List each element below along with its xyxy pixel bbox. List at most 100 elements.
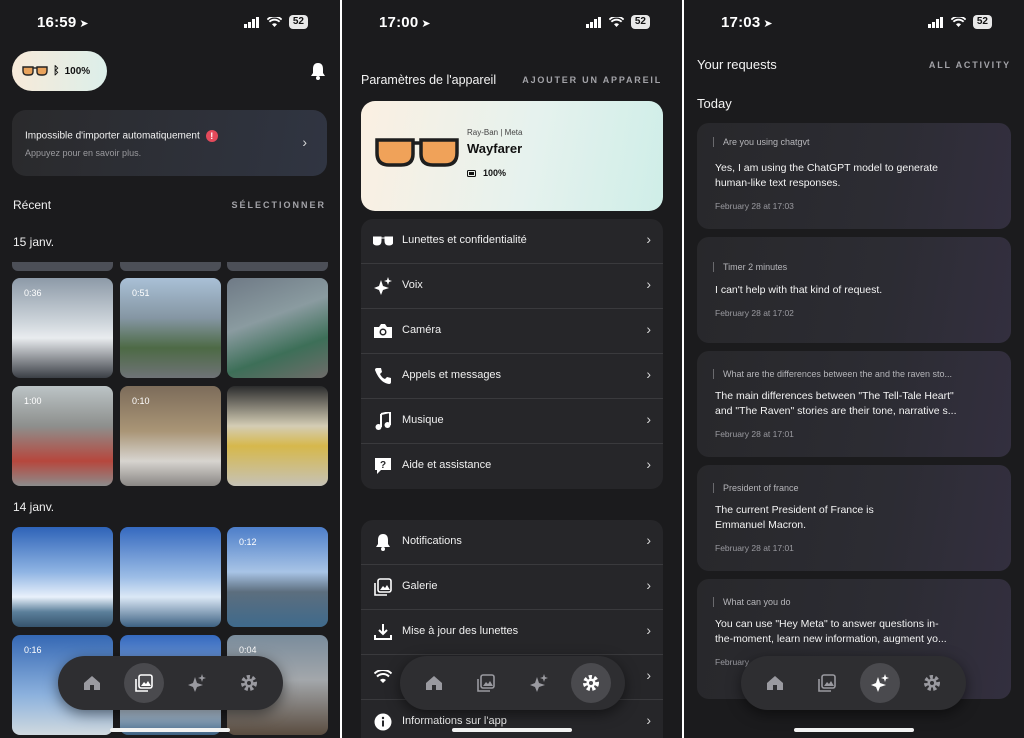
settings-item-calls-messages[interactable]: Appels et messages › — [361, 354, 663, 399]
gear-icon — [923, 675, 940, 691]
import-alert-card[interactable]: Impossible d'importer automatiquement! A… — [12, 110, 327, 176]
photo-thumbnail-partial[interactable] — [12, 262, 113, 271]
request-answer-line: You can use "Hey Meta" to answer questio… — [715, 618, 939, 630]
media-thumbnail[interactable]: 0:12 — [227, 527, 328, 627]
status-icons: 52 — [585, 15, 650, 29]
home-indicator — [452, 728, 572, 732]
sparkle-icon — [373, 276, 393, 296]
request-card[interactable]: Are you using chatgvt Yes, I am using th… — [697, 123, 1011, 229]
request-card[interactable]: President of france The current Presiden… — [697, 465, 1011, 571]
settings-item-label: Notifications — [402, 535, 462, 547]
glasses-status-pill[interactable]: ᛒ 100% — [12, 51, 107, 91]
settings-item-gallery[interactable]: Galerie › — [361, 565, 663, 610]
status-bar: 17:03 ➤ 52 — [684, 12, 1024, 36]
chevron-right-icon: › — [646, 667, 651, 683]
media-thumbnail[interactable] — [227, 278, 328, 378]
request-answer-line: The main differences between "The Tell-T… — [715, 390, 954, 402]
device-card[interactable]: Ray-Ban | Meta Wayfarer 100% — [361, 101, 663, 211]
nav-home[interactable] — [72, 663, 112, 703]
battery-icon — [467, 169, 476, 177]
settings-item-label: Galerie — [402, 580, 438, 592]
settings-item-glasses-update[interactable]: Mise à jour des lunettes › — [361, 610, 663, 655]
media-thumbnail[interactable]: 0:36 — [12, 278, 113, 378]
video-duration: 0:10 — [132, 396, 150, 406]
camera-icon — [373, 321, 393, 341]
request-timestamp: February 28 at 17:02 — [715, 308, 794, 318]
request-timestamp: February — [715, 657, 750, 667]
battery-indicator: 52 — [972, 15, 992, 29]
photo-thumbnail-partial[interactable] — [120, 262, 221, 271]
chevron-right-icon: › — [646, 366, 651, 382]
media-thumbnail[interactable]: 0:51 — [120, 278, 221, 378]
photo-thumbnail-partial[interactable] — [227, 262, 328, 271]
media-thumbnail[interactable]: 1:00 — [12, 386, 113, 486]
nav-settings[interactable] — [912, 663, 952, 703]
bottom-nav-bar — [58, 656, 283, 710]
gallery-icon — [477, 674, 496, 692]
alert-title: Impossible d'importer automatiquement — [25, 130, 200, 142]
nav-home[interactable] — [414, 663, 454, 703]
device-battery: 100% — [467, 168, 506, 178]
bell-icon — [373, 532, 393, 552]
settings-item-notifications[interactable]: Notifications › — [361, 520, 663, 565]
media-thumbnail[interactable] — [12, 527, 113, 627]
request-answer: The main differences between "The Tell-T… — [715, 389, 1000, 419]
error-badge-icon: ! — [205, 130, 218, 142]
status-bar: 17:00 ➤ 52 — [342, 12, 682, 36]
nav-settings[interactable] — [570, 663, 611, 703]
nav-gallery[interactable] — [124, 663, 165, 703]
media-thumbnail[interactable] — [120, 527, 221, 627]
settings-item-label: Informations sur l'app — [402, 715, 507, 727]
chevron-right-icon: › — [646, 712, 651, 728]
device-model: Wayfarer — [467, 141, 523, 156]
chevron-right-icon: › — [646, 622, 651, 638]
notifications-bell-icon[interactable] — [310, 62, 326, 80]
video-duration: 0:12 — [239, 537, 257, 547]
settings-item-label: Aide et assistance — [402, 459, 492, 471]
alert-title-row: Impossible d'importer automatiquement! — [25, 130, 218, 142]
chevron-right-icon: › — [302, 134, 307, 150]
request-answer-line: human-like text responses. — [715, 177, 841, 189]
media-thumbnail[interactable]: 0:10 — [120, 386, 221, 486]
requests-screen: 17:03 ➤ 52 Your requests ALL ACTIVITY Tod… — [684, 0, 1024, 738]
info-icon — [373, 712, 393, 732]
location-arrow-icon: ➤ — [421, 18, 431, 30]
nav-settings[interactable] — [229, 663, 269, 703]
nav-gallery[interactable] — [466, 663, 506, 703]
request-answer-line: Yes, I am using the ChatGPT model to gen… — [715, 162, 938, 174]
home-indicator — [110, 728, 230, 732]
request-card[interactable]: Timer 2 minutes I can't help with that k… — [697, 237, 1011, 343]
nav-meta-ai[interactable] — [519, 663, 559, 703]
request-answer-line: the-moment, learn new information, augme… — [715, 633, 947, 645]
music-icon — [373, 411, 393, 431]
video-duration: 0:04 — [239, 645, 257, 655]
settings-item-help[interactable]: ? Aide et assistance › — [361, 444, 663, 489]
status-icons: 52 — [243, 15, 308, 29]
nav-gallery[interactable] — [807, 663, 847, 703]
wifi-status-icon — [608, 16, 624, 27]
settings-item-label: Musique — [402, 414, 444, 426]
settings-item-voice[interactable]: Voix › — [361, 264, 663, 309]
sparkle-icon — [187, 674, 206, 692]
nav-meta-ai[interactable] — [859, 663, 900, 703]
settings-item-music[interactable]: Musique › — [361, 399, 663, 444]
glasses-battery: 100% — [64, 65, 91, 77]
nav-home[interactable] — [755, 663, 795, 703]
date-heading: 14 janv. — [13, 500, 55, 514]
request-card[interactable]: What are the differences between the and… — [697, 351, 1011, 457]
media-thumbnail[interactable] — [227, 386, 328, 486]
video-duration: 1:00 — [24, 396, 42, 406]
request-question: President of france — [713, 483, 799, 493]
select-button[interactable]: SÉLECTIONNER — [231, 200, 326, 210]
settings-item-camera[interactable]: Caméra › — [361, 309, 663, 354]
add-device-button[interactable]: AJOUTER UN APPAREIL — [522, 75, 662, 85]
gear-icon — [582, 675, 599, 691]
location-arrow-icon: ➤ — [763, 18, 773, 30]
bottom-nav-bar — [400, 656, 625, 710]
nav-meta-ai[interactable] — [177, 663, 217, 703]
video-duration: 0:36 — [24, 288, 42, 298]
all-activity-button[interactable]: ALL ACTIVITY — [929, 60, 1011, 70]
settings-group-device: Lunettes et confidentialité › Voix › Cam… — [361, 219, 663, 489]
settings-item-glasses-privacy[interactable]: Lunettes et confidentialité › — [361, 219, 663, 264]
home-icon — [84, 676, 101, 690]
